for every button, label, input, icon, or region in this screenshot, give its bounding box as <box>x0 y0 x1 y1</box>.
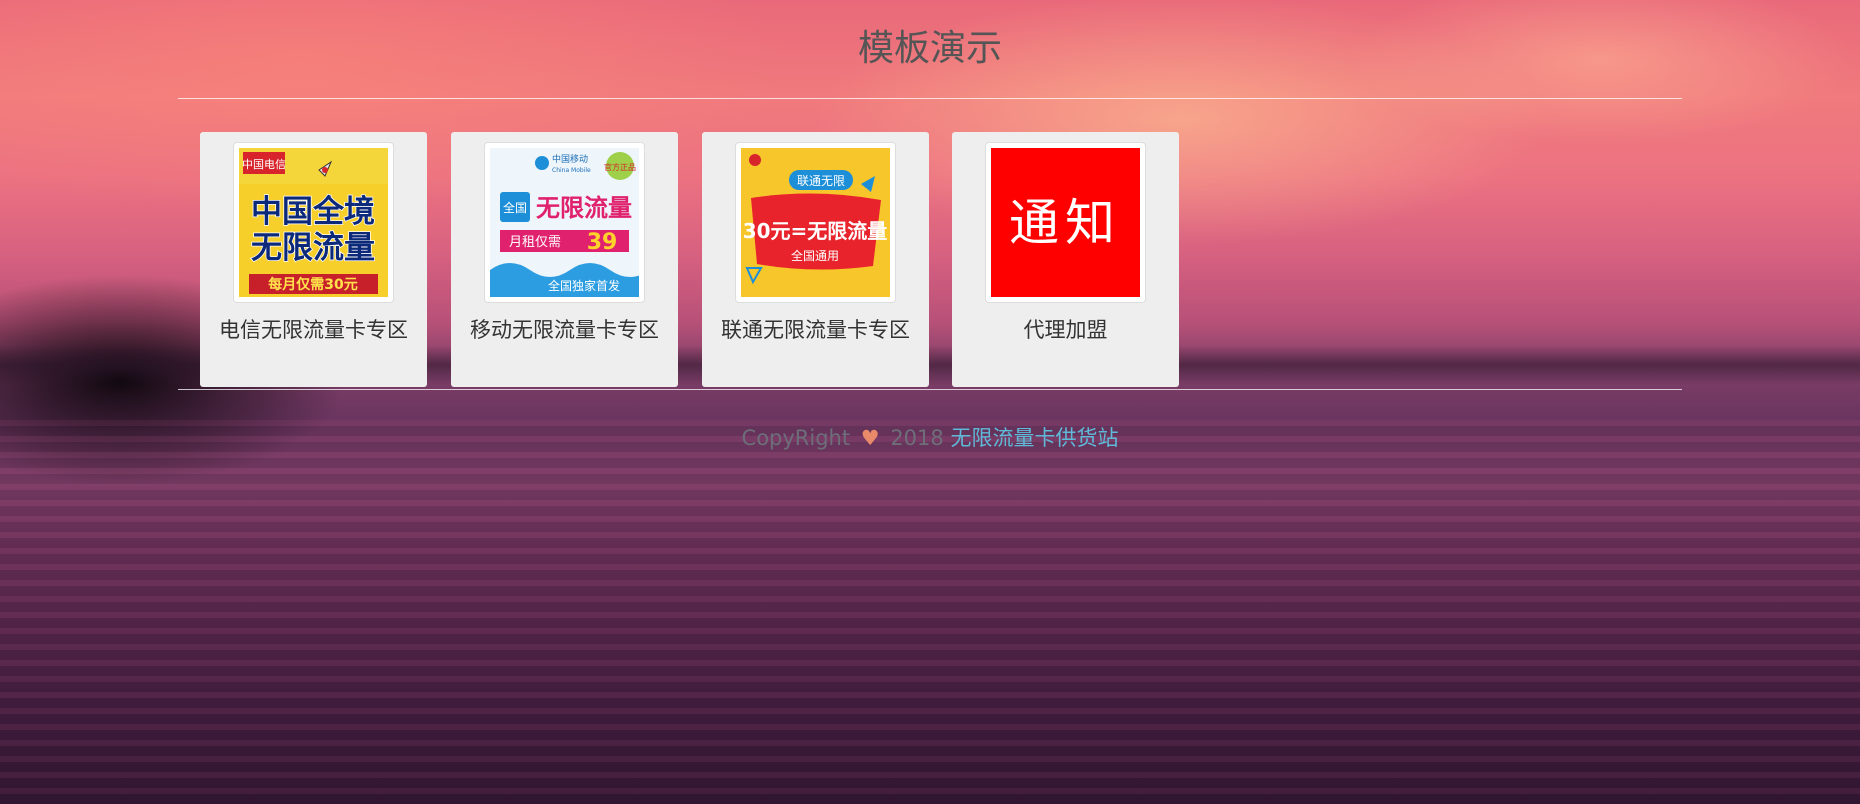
mobile-promo-graphic: 中国移动 China Mobile 官方正品 全国 无限流量 月租仅需 39 全… <box>490 148 639 297</box>
card-mobile-image[interactable]: 中国移动 China Mobile 官方正品 全国 无限流量 月租仅需 39 全… <box>484 142 645 303</box>
mobile-seal: 官方正品 <box>604 162 636 172</box>
mobile-brand-cn: 中国移动 <box>552 153 588 165</box>
telecom-brand-text: 中国电信 <box>242 158 286 171</box>
card-unicom-image[interactable]: 联通无限 30元=无限流量 全国通用 <box>735 142 896 303</box>
card-telecom[interactable]: 中国电信 中国全境 无限流量 每月仅需30元 电信无限流量卡专区 <box>200 132 427 387</box>
divider-bottom <box>178 389 1682 390</box>
unicom-banner: 联通无限 <box>797 174 845 188</box>
mobile-brand-en: China Mobile <box>552 167 591 174</box>
card-telecom-image[interactable]: 中国电信 中国全境 无限流量 每月仅需30元 <box>233 142 394 303</box>
telecom-badge: 每月仅需30元 <box>268 276 357 293</box>
telecom-line2: 无限流量 <box>251 230 375 266</box>
heart-icon: ♥ <box>860 426 880 450</box>
main-container: 模板演示 中国电信 中国全境 无限流量 每月仅需30元 电信无限流量卡专区 中国… <box>178 0 1682 390</box>
mobile-price-text: 月租仅需 <box>509 235 561 250</box>
mobile-price: 39 <box>587 230 618 255</box>
card-agent-image[interactable]: 通知 <box>985 142 1146 303</box>
card-unicom-label[interactable]: 联通无限流量卡专区 <box>702 316 929 344</box>
background-water <box>0 420 1860 804</box>
card-unicom[interactable]: 联通无限 30元=无限流量 全国通用 联通无限流量卡专区 <box>702 132 929 387</box>
notice-graphic: 通知 <box>991 148 1140 297</box>
card-agent-label[interactable]: 代理加盟 <box>952 316 1179 344</box>
mobile-tag: 全国 <box>503 200 527 215</box>
card-grid: 中国电信 中国全境 无限流量 每月仅需30元 电信无限流量卡专区 中国移动 Ch… <box>178 99 1682 389</box>
mobile-headline: 无限流量 <box>536 194 632 222</box>
footer: CopyRight ♥ 2018 无限流量卡供货站 <box>0 424 1860 452</box>
unicom-promo-graphic: 联通无限 30元=无限流量 全国通用 <box>741 148 890 297</box>
unicom-headline: 30元=无限流量 <box>743 219 888 243</box>
unicom-footer: 全国通用 <box>791 248 839 263</box>
telecom-line1: 中国全境 <box>251 194 375 230</box>
card-mobile[interactable]: 中国移动 China Mobile 官方正品 全国 无限流量 月租仅需 39 全… <box>451 132 678 387</box>
telecom-promo-graphic: 中国电信 中国全境 无限流量 每月仅需30元 <box>239 148 388 297</box>
card-agent[interactable]: 通知 代理加盟 <box>952 132 1179 387</box>
card-mobile-label[interactable]: 移动无限流量卡专区 <box>451 316 678 344</box>
copyright-year: 2018 <box>890 426 944 450</box>
china-mobile-logo-icon <box>535 156 549 170</box>
copyright-text: CopyRight <box>741 426 851 450</box>
page-title: 模板演示 <box>857 28 1002 69</box>
notice-text: 通知 <box>1009 194 1121 252</box>
site-name-link[interactable]: 无限流量卡供货站 <box>950 426 1118 450</box>
card-telecom-label[interactable]: 电信无限流量卡专区 <box>200 316 427 344</box>
mobile-footer: 全国独家首发 <box>548 278 620 293</box>
china-unicom-logo-icon <box>749 154 761 166</box>
